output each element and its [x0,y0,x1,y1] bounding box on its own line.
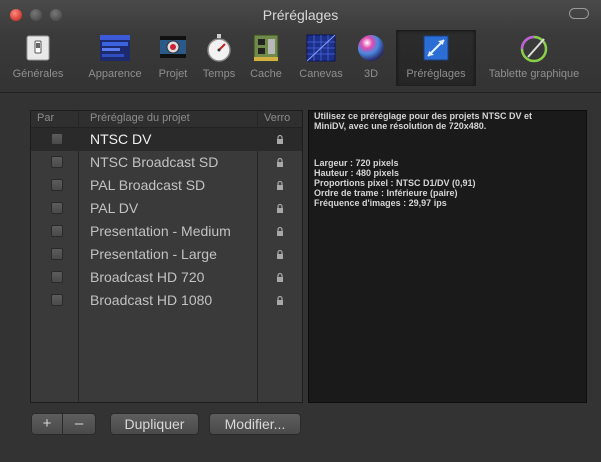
column-header-default[interactable]: Par [37,112,54,124]
tab-temps[interactable]: Temps [198,30,240,86]
tab-label: Apparence [88,68,142,80]
default-checkbox[interactable] [51,133,63,145]
table-row[interactable]: Presentation - Large [31,243,302,266]
preset-name: Broadcast HD 720 [90,269,205,285]
preset-name: Presentation - Large [90,246,217,262]
sphere-icon [358,35,384,61]
tab-3d[interactable]: 3D [351,30,391,86]
tab-label: Préréglages [406,68,466,80]
memory-icon [253,34,279,62]
preset-name: NTSC Broadcast SD [90,154,219,170]
table-row[interactable]: PAL DV [31,197,302,220]
pen-tablet-icon [520,35,548,63]
column-header-preset[interactable]: Préréglage du projet [90,112,190,124]
preset-name: PAL DV [90,200,139,216]
lock-icon [277,134,283,144]
appearance-icon [100,35,130,61]
preset-name: Presentation - Medium [90,223,231,239]
duplicate-button[interactable]: Dupliquer [110,413,199,435]
detail-line: Fréquence d'images : 29,97 ips [314,198,447,208]
tab-preglages[interactable]: Préréglages [396,30,476,86]
stopwatch-icon [207,34,231,62]
presets-table: Par Préréglage du projet Verro NTSC DV NT… [30,110,303,403]
detail-line: Proportions pixel : NTSC D1/DV (0,91) [314,178,476,188]
title-bar: Préréglages Générales Apparence Projet T… [0,0,601,93]
window-title: Préréglages [262,7,339,23]
preferences-window: Préréglages Générales Apparence Projet T… [0,0,601,462]
default-checkbox[interactable] [51,202,63,214]
modify-button[interactable]: Modifier... [209,413,301,435]
table-row[interactable]: NTSC DV [31,128,302,151]
lock-icon [277,295,283,305]
default-checkbox[interactable] [51,294,63,306]
tab-label: 3D [363,68,379,80]
table-row[interactable]: NTSC Broadcast SD [31,151,302,174]
add-preset-button[interactable]: + [31,413,63,435]
tab-generales[interactable]: Générales [2,30,74,86]
switch-icon [26,35,50,61]
table-header: Par Préréglage du projet Verro [31,111,302,128]
preset-name: NTSC DV [90,131,152,147]
preset-summary: Utilisez ce préréglage pour des projets … [314,111,580,131]
table-row[interactable]: Broadcast HD 720 [31,266,302,289]
default-checkbox[interactable] [51,225,63,237]
default-checkbox[interactable] [51,179,63,191]
column-header-locked[interactable]: Verro [264,112,290,124]
tab-projet[interactable]: Projet [153,30,193,86]
default-checkbox[interactable] [51,248,63,260]
preset-description-panel: Utilisez ce préréglage pour des projets … [308,110,587,403]
preset-details: Largeur : 720 pixels Hauteur : 480 pixel… [314,158,580,208]
tab-canevas[interactable]: Canevas [294,30,348,86]
lock-icon [277,203,283,213]
table-row[interactable]: PAL Broadcast SD [31,174,302,197]
summary-line: Utilisez ce préréglage pour des projets … [314,111,533,121]
summary-line: MiniDV, avec une résolution de 720x480. [314,121,487,131]
detail-line: Largeur : 720 pixels [314,158,399,168]
table-row[interactable]: Presentation - Medium [31,220,302,243]
tab-cache[interactable]: Cache [245,30,287,86]
presets-icon [423,35,449,61]
tab-label: Cache [250,68,282,80]
tab-label: Générales [12,68,64,80]
lock-icon [277,226,283,236]
default-checkbox[interactable] [51,156,63,168]
presets-pane: Par Préréglage du projet Verro NTSC DV NT… [30,110,587,403]
lock-icon [277,180,283,190]
preset-name: Broadcast HD 1080 [90,292,213,308]
tab-tablette-graphique[interactable]: Tablette graphique [478,30,590,86]
detail-line: Hauteur : 480 pixels [314,168,400,178]
table-row[interactable]: Broadcast HD 1080 [31,289,302,312]
tab-label: Canevas [299,68,343,80]
tab-label: Temps [202,68,236,80]
default-checkbox[interactable] [51,271,63,283]
lock-icon [277,272,283,282]
film-icon [160,36,186,58]
remove-preset-button[interactable]: – [62,413,96,435]
toolbar-toggle-button[interactable] [569,8,589,19]
tab-apparence[interactable]: Apparence [82,30,148,86]
toolbar: Générales Apparence Projet Temps Cache C… [0,30,601,86]
canvas-grid-icon [306,34,336,62]
lock-icon [277,157,283,167]
tab-label: Projet [158,68,188,80]
preset-name: PAL Broadcast SD [90,177,206,193]
lock-icon [277,249,283,259]
tab-label: Tablette graphique [488,68,580,80]
detail-line: Ordre de trame : Inférieure (paire) [314,188,458,198]
